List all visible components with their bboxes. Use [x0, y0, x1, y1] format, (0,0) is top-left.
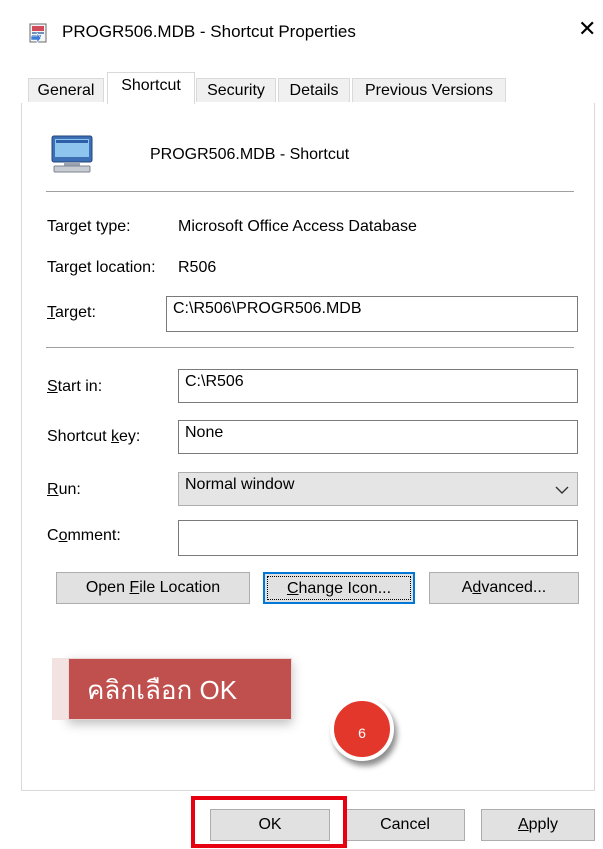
window-icon: [28, 22, 50, 44]
target-label-key: T: [47, 304, 55, 321]
shortcut-key-label: Shortcut key:: [47, 428, 140, 446]
open-file-location-rest: ile Location: [139, 579, 221, 596]
shortcut-name: PROGR506.MDB - Shortcut: [150, 146, 350, 163]
apply-key: A: [517, 816, 529, 833]
advanced-key: d: [472, 579, 482, 596]
cancel-button[interactable]: Cancel: [345, 809, 465, 841]
shortcut-key-field[interactable]: None: [178, 420, 578, 454]
callout-box: คลิกเลือก OK: [68, 658, 292, 720]
target-location-label: Target location:: [47, 259, 156, 276]
tab-shortcut-label: Shortcut: [121, 77, 181, 94]
apply-button[interactable]: Apply: [481, 809, 595, 841]
close-icon[interactable]: ✕: [578, 18, 596, 40]
tab-security-label: Security: [207, 82, 265, 99]
comment-label: Comment:: [47, 527, 121, 545]
tab-security[interactable]: Security: [196, 78, 276, 102]
run-select[interactable]: Normal window: [178, 472, 578, 506]
shortcut-key-label-rest: ey:: [119, 428, 141, 445]
tab-details[interactable]: Details: [278, 78, 350, 102]
cancel-label: Cancel: [380, 816, 430, 833]
tab-shortcut[interactable]: Shortcut: [107, 72, 195, 104]
startin-label: Start in:: [47, 378, 102, 396]
tab-general-label: General: [37, 82, 95, 99]
shortcut-key-label-key: k: [111, 428, 120, 445]
tab-general[interactable]: General: [28, 78, 104, 102]
startin-field-value: C:\R506: [185, 373, 244, 390]
tab-details-label: Details: [289, 82, 339, 99]
open-file-location-key: F: [129, 579, 140, 596]
callout-text: คลิกเลือก OK: [87, 675, 238, 705]
step-badge: 6: [330, 697, 394, 761]
target-label-rest: arget:: [55, 304, 96, 321]
ok-highlight-box: [191, 796, 347, 848]
target-location-value: R506: [178, 259, 217, 276]
startin-label-key: S: [47, 378, 58, 395]
divider-top: [46, 191, 574, 192]
target-field-value: C:\R506\PROGR506.MDB: [173, 300, 362, 317]
divider-middle: [46, 347, 574, 348]
comment-label-pre: C: [47, 527, 59, 544]
tab-previous-versions[interactable]: Previous Versions: [352, 78, 506, 102]
tab-previous-versions-label: Previous Versions: [364, 82, 494, 99]
open-file-location-button[interactable]: Open File Location: [56, 572, 250, 604]
change-icon-rest: hange Icon...: [298, 580, 392, 597]
open-file-location-pre: Open: [85, 579, 130, 596]
change-icon-key: C: [286, 580, 299, 597]
run-label-rest: un:: [58, 481, 81, 498]
run-select-value: Normal window: [185, 476, 295, 493]
startin-field[interactable]: C:\R506: [178, 369, 578, 403]
advanced-button[interactable]: Advanced...: [429, 572, 579, 604]
target-field[interactable]: C:\R506\PROGR506.MDB: [166, 296, 578, 332]
target-type-label: Target type:: [47, 218, 131, 235]
window-title: PROGR506.MDB - Shortcut Properties: [62, 22, 356, 41]
apply-rest: pply: [528, 816, 559, 833]
advanced-pre: A: [461, 579, 473, 596]
advanced-rest: vanced...: [481, 579, 547, 596]
startin-label-rest: tart in:: [57, 378, 103, 395]
chevron-down-icon: [555, 482, 569, 500]
comment-label-rest: mment:: [67, 527, 121, 544]
target-type-value: Microsoft Office Access Database: [178, 218, 417, 235]
comment-field[interactable]: [178, 520, 578, 556]
shortcut-key-field-value: None: [185, 424, 224, 441]
target-label: Target:: [47, 304, 96, 322]
change-icon-button[interactable]: Change Icon...: [263, 572, 415, 604]
shortcut-key-label-pre: Shortcut: [47, 428, 112, 445]
run-label: Run:: [47, 481, 81, 499]
monitor-icon: [48, 134, 96, 174]
run-label-key: R: [47, 481, 59, 498]
